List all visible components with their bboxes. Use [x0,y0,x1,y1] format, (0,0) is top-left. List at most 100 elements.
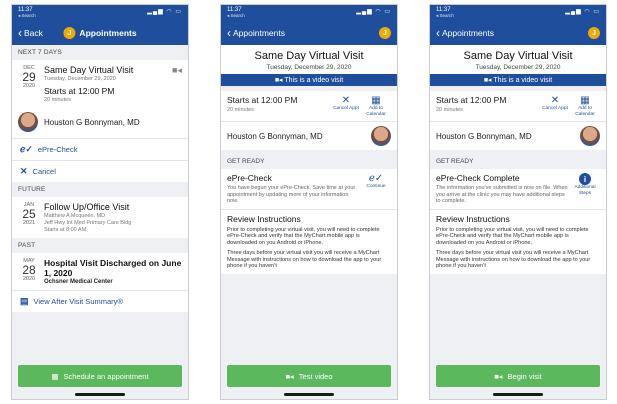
epre-check-title: ePre-Check [227,173,272,183]
add-to-calendar-label: Add to Calendar [366,106,386,117]
visit-header: Same Day Virtual Visit Tuesday, December… [221,45,397,74]
additional-steps-button[interactable]: i Additional Steps [570,173,600,205]
doctor-name: Houston G Bonnyman, MD [44,117,140,127]
cancel-appt-button[interactable]: ✕ Cancel Appt [540,95,570,112]
page-title-label: Appointments [79,28,137,38]
date-day: 28 [22,263,36,277]
appointment-card-past[interactable]: MAY 28 2020 Hospital Visit Discharged on… [12,253,188,312]
date-block: MAY 28 2020 [18,258,40,285]
cancel-appt-label: Cancel Appt [333,106,359,111]
epre-check-complete-card[interactable]: ePre-Check Complete The information you'… [430,169,606,209]
appointment-start: Starts at 8:00 AM [44,227,87,233]
chevron-left-icon: ‹ [436,26,440,40]
doctor-row[interactable]: Houston G Bonnyman, MD [430,121,606,150]
visit-title: Same Day Virtual Visit [254,50,364,62]
video-camera-icon: ■◂ [172,65,182,75]
doctor-photo [580,126,600,146]
begin-visit-button[interactable]: ■◂ Begin visit [436,365,600,387]
avatar[interactable]: J [588,27,600,39]
nav-bar: ‹ Appointments J [430,21,606,45]
time-card: Starts at 12:00 PM 20 minutes ✕ Cancel A… [430,91,606,121]
section-next-7-days: NEXT 7 DAYS [12,45,188,60]
visit-detail-screen: 11:37 ◂ Search ▂▄▆ ◠ ▭ ‹ Appointments J … [220,4,398,400]
video-visit-banner-label: This is a video visit [284,77,344,84]
info-icon: i [579,173,591,185]
add-to-calendar-label: Add to Calendar [575,106,595,117]
visit-duration: 20 minutes [436,107,463,113]
visit-date: Tuesday, December 29, 2020 [266,64,352,71]
cancel-link[interactable]: ✕ Cancel [12,160,188,182]
review-paragraph-1: Prior to completing your virtual visit, … [227,226,380,247]
date-block: DEC 29 2020 [18,65,40,103]
video-camera-icon: ■◂ [285,371,294,381]
continue-label: Continue [366,184,386,189]
back-button[interactable]: ‹ Appointments [436,26,494,40]
cancel-label: Cancel [32,167,56,176]
epre-check-link[interactable]: ℯ✓ ePre-Check [12,138,188,160]
avatar[interactable]: J [379,27,391,39]
date-year: 2020 [22,276,36,282]
test-video-button[interactable]: ■◂ Test video [227,365,391,387]
review-paragraph-2: Three days before your virtual visit you… [436,249,591,270]
epre-check-complete-title: ePre-Check Complete [436,173,520,183]
review-title: Review Instructions [436,213,510,224]
epre-check-icon: ℯ✓ [368,173,384,184]
calendar-icon: ▦ [580,95,590,106]
visit-start: Starts at 12:00 PM [227,95,298,105]
page-title: J Appointments [63,27,137,39]
review-title: Review Instructions [227,213,301,224]
date-block: JAN 25 2021 [18,202,40,233]
visit-start: Starts at 12:00 PM [436,95,507,105]
section-future: FUTURE [12,182,188,197]
review-paragraph-1: Prior to completing your virtual visit, … [436,226,589,247]
doctor-row[interactable]: Houston G Bonnyman, MD [12,108,188,138]
back-button[interactable]: ‹ Back [18,26,43,40]
home-indicator[interactable] [493,393,543,396]
document-icon: ▤ [20,296,29,306]
video-camera-icon: ■◂ [274,77,283,84]
status-bar: 11:37 ◂ Search ▂▄▆ ◠ ▭ [221,5,397,21]
status-icons: ▂▄▆ ◠ ▭ [565,9,600,15]
epre-check-icon: ℯ✓ [20,144,33,154]
get-ready-heading: GET READY [436,158,474,165]
status-bar: 11:37 ◂ Search ▂▄▆ ◠ ▭ [12,5,188,21]
section-past: PAST [12,238,188,253]
doctor-row[interactable]: Houston G Bonnyman, MD [221,121,397,150]
date-day: 25 [22,207,36,221]
status-bar: 11:37 ◂ Search ▂▄▆ ◠ ▭ [430,5,606,21]
appointment-card-future[interactable]: JAN 25 2021 Follow Up/Office Visit Matth… [12,197,188,238]
add-to-calendar-button[interactable]: ▦ Add to Calendar [570,95,600,117]
chevron-left-icon: ‹ [18,26,22,40]
date-day: 29 [22,70,36,84]
appointments-list-screen: 11:37 ◂ Search ▂▄▆ ◠ ▭ ‹ Back J Appointm… [11,4,189,400]
add-to-calendar-button[interactable]: ▦ Add to Calendar [361,95,391,117]
back-button[interactable]: ‹ Appointments [227,27,285,39]
close-icon: ✕ [20,166,28,176]
doctor-photo [18,112,38,132]
review-instructions: Review Instructions Prior to completing … [430,208,606,275]
video-camera-icon: ■◂ [483,77,492,84]
home-indicator[interactable] [284,393,334,396]
doctor-name: Houston G Bonnyman, MD [436,131,532,141]
avatar[interactable]: J [63,27,76,39]
appointment-title: Follow Up/Office Visit [44,202,130,212]
visit-detail-complete-screen: 11:37 ◂ Search ▂▄▆ ◠ ▭ ‹ Appointments J … [429,4,607,400]
schedule-label: Schedule an appointment [63,371,149,381]
back-label: Back [24,28,43,38]
cancel-appt-button[interactable]: ✕ Cancel Appt [331,95,361,112]
appointment-card[interactable]: DEC 29 2020 Same Day Virtual Visit Tuesd… [12,60,188,182]
test-video-label: Test video [298,371,333,381]
status-icons: ▂▄▆ ◠ ▭ [356,9,391,15]
calendar-icon: ▦ [51,371,59,381]
visit-header: Same Day Virtual Visit Tuesday, December… [430,45,606,74]
visit-duration: 20 minutes [227,107,254,113]
back-label: Appointments [442,28,494,38]
continue-button[interactable]: ℯ✓ Continue [361,173,391,205]
epre-check-card[interactable]: ePre-Check You have begun your ePre-Chec… [221,169,397,209]
close-icon: ✕ [341,95,351,106]
after-visit-summary-link[interactable]: ▤ View After Visit Summary® [12,290,188,312]
epre-check-text: You have begun your ePre-Check. Save tim… [227,185,356,204]
schedule-appointment-button[interactable]: ▦ Schedule an appointment [18,365,182,387]
status-icons: ▂▄▆ ◠ ▭ [147,9,182,15]
home-indicator[interactable] [75,393,125,396]
